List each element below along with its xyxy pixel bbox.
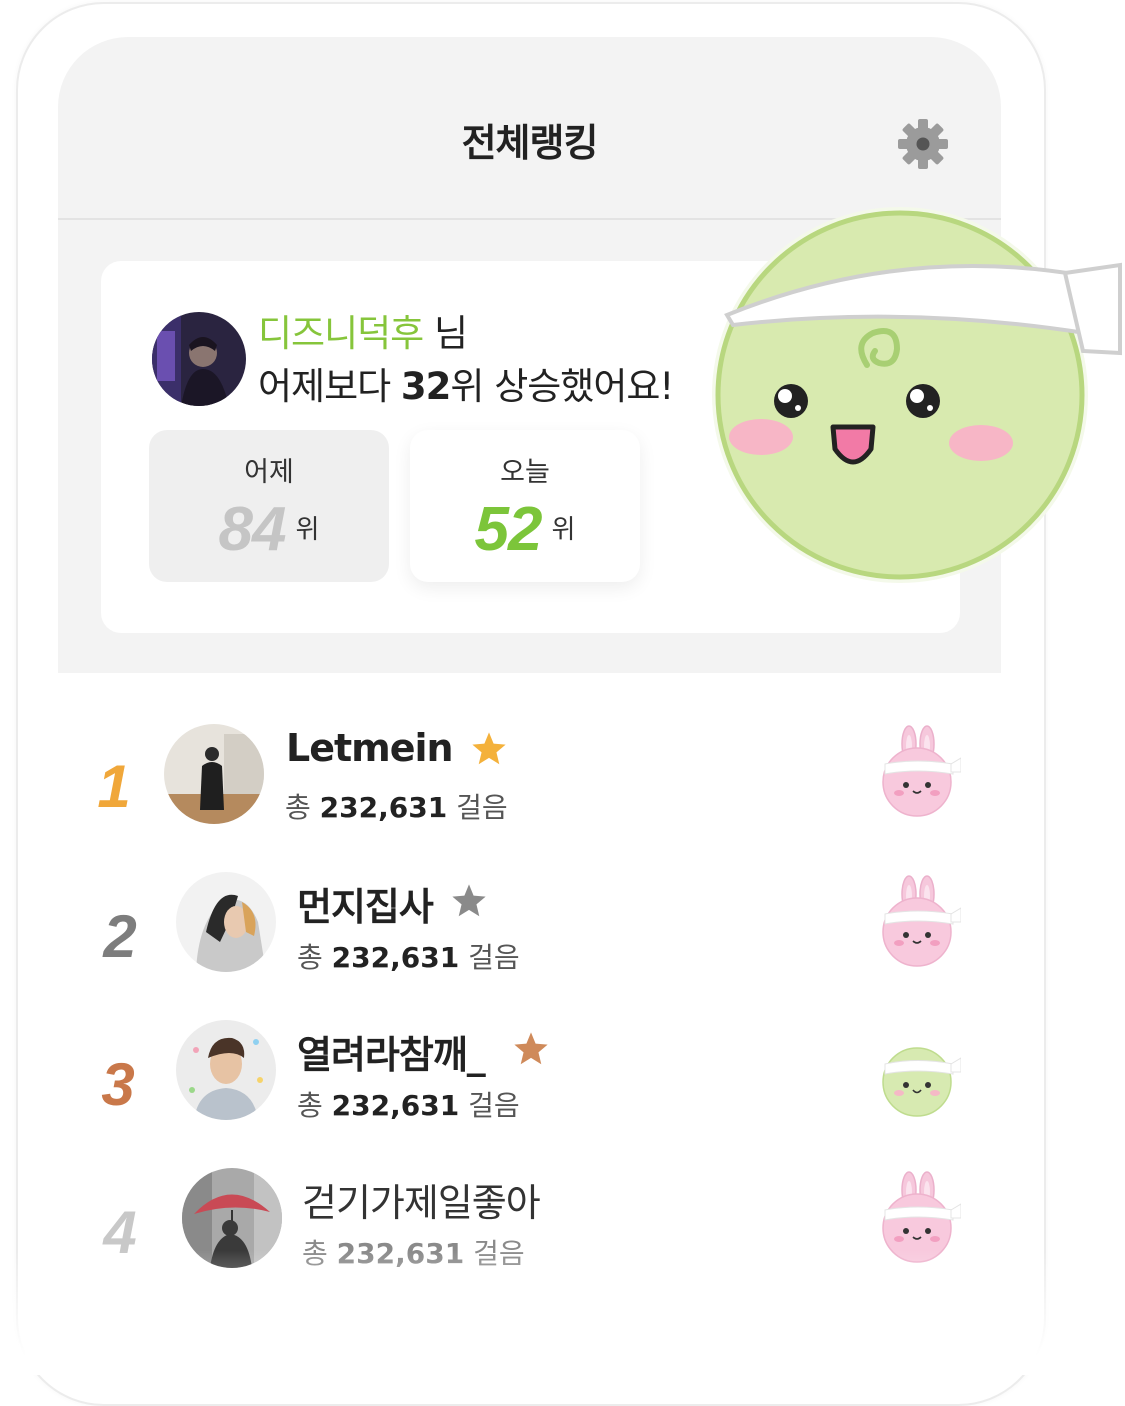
- yesterday-label: 어제: [244, 457, 294, 488]
- ranking-row-3[interactable]: 3 열려라참깨_ 총 232,631 걸음: [0, 1020, 1125, 1150]
- bottom-fade: [0, 1250, 1125, 1375]
- today-rank-box: 오늘 52 위: [410, 430, 640, 582]
- user-avatar: [176, 1020, 276, 1120]
- rank-number: 1: [97, 753, 131, 820]
- message-suffix: 위 상승했어요!: [450, 365, 674, 408]
- user-name: 먼지집사: [297, 885, 434, 929]
- user-avatar: [176, 872, 276, 972]
- page-title: 전체랭킹: [461, 121, 599, 165]
- user-greeting: 디즈니덕후 님: [258, 303, 468, 357]
- today-unit: 위: [551, 515, 576, 545]
- user-name: Letmein: [286, 726, 454, 770]
- bronze-star-icon: [512, 1030, 550, 1068]
- yesterday-rank: 84: [218, 495, 287, 564]
- step-count: 총 232,631 걸음: [297, 941, 520, 974]
- rank-change-value: 32: [400, 365, 451, 408]
- gear-icon[interactable]: [897, 118, 949, 170]
- yesterday-unit: 위: [295, 515, 320, 545]
- pink-bunny-icon: [877, 724, 961, 820]
- today-label: 오늘: [500, 457, 550, 488]
- gold-star-icon: [470, 730, 508, 768]
- green-blob-icon: [877, 1024, 961, 1120]
- rank-number: 3: [101, 1051, 135, 1118]
- my-avatar[interactable]: [151, 311, 247, 407]
- message-prefix: 어제보다: [258, 365, 401, 408]
- step-count: 총 232,631 걸음: [297, 1089, 520, 1122]
- today-rank: 52: [474, 495, 543, 564]
- my-name: 디즈니덕후: [258, 312, 424, 355]
- honorific: 님: [423, 312, 468, 355]
- step-count: 총 232,631 걸음: [285, 791, 508, 824]
- silver-star-icon: [450, 882, 488, 920]
- user-name: 열려라참깨_: [297, 1033, 486, 1077]
- green-mascot-icon: [712, 207, 1122, 583]
- ranking-row-2[interactable]: 2 먼지집사 총 232,631 걸음: [0, 872, 1125, 1002]
- ranking-row-1[interactable]: 1 Letmein 총 232,631 걸음: [0, 722, 1125, 852]
- user-avatar: [164, 724, 264, 824]
- pink-bunny-icon: [877, 874, 961, 970]
- yesterday-rank-box: 어제 84 위: [149, 430, 389, 582]
- rank-number: 2: [103, 903, 137, 970]
- user-name: 걷기가제일좋아: [302, 1181, 541, 1225]
- rank-change-message: 어제보다 32위 상승했어요!: [258, 356, 674, 410]
